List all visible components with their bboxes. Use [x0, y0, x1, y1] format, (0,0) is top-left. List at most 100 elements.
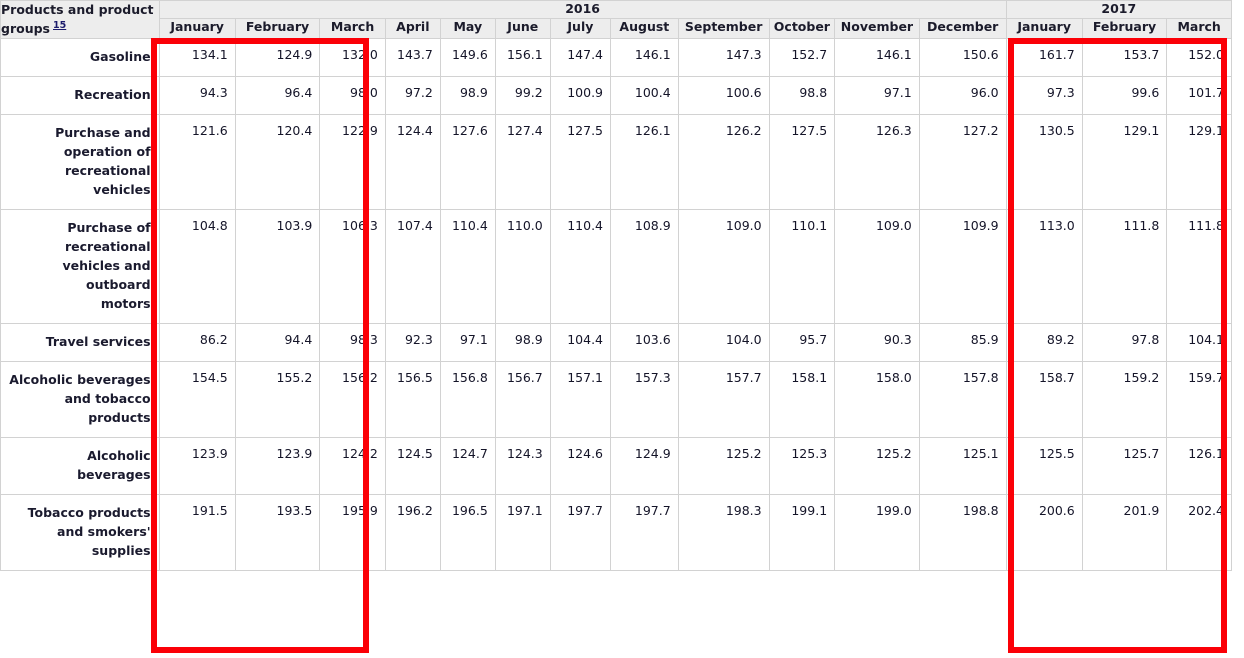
- column-header-2016-december: December: [918, 17, 1007, 40]
- data-cell: 94.4: [234, 323, 321, 363]
- row-label-travel-services: Travel services: [0, 323, 160, 363]
- column-header-2016-october: October: [768, 17, 836, 40]
- column-header-2017-march: March: [1166, 17, 1232, 40]
- data-cell: 113.0: [1005, 209, 1083, 325]
- data-cell: 156.1: [494, 38, 551, 78]
- data-cell: 99.2: [494, 76, 551, 116]
- data-cell: 156.5: [384, 361, 441, 439]
- data-cell: 159.2: [1081, 361, 1168, 439]
- data-cell: 96.0: [918, 76, 1007, 116]
- corner-header-cell: Products and product groups 15: [0, 0, 160, 40]
- column-header-2017-february: February: [1081, 17, 1168, 40]
- data-cell: 196.2: [384, 494, 441, 572]
- table-row: Tobacco products and smokers' supplies 19…: [0, 494, 1232, 572]
- data-cell: 158.7: [1005, 361, 1083, 439]
- data-cell: 147.3: [677, 38, 770, 78]
- data-cell: 107.4: [384, 209, 441, 325]
- data-cell: 157.7: [677, 361, 770, 439]
- table-row: Travel services 86.2 94.4 98.3 92.3 97.1 98.9 1…: [0, 323, 1232, 363]
- data-cell: 98.3: [319, 323, 386, 363]
- column-header-2016-november: November: [834, 17, 920, 40]
- table-row: Alcoholic beverages 123.9 123.9 124.2 124.5 1…: [0, 437, 1232, 496]
- column-header-2016-may: May: [439, 17, 496, 40]
- data-cell: 109.0: [677, 209, 770, 325]
- data-cell: 199.1: [768, 494, 836, 572]
- footnote-link-15[interactable]: 15: [53, 20, 66, 31]
- data-cell: 152.0: [1166, 38, 1232, 78]
- row-label-recreation: Recreation: [0, 76, 160, 116]
- table-row: Gasoline 134.1 124.9 132.0 143.7 149.6 156.1 14…: [0, 38, 1232, 78]
- year-group-header-2017: 2017: [1005, 0, 1233, 19]
- screenshot-stage: Products and product groups 15 2016 2017 J…: [0, 0, 1244, 658]
- header-row-months: January February March April May June July Augu…: [1, 17, 1232, 40]
- data-cell: 154.5: [158, 361, 236, 439]
- data-cell: 198.8: [918, 494, 1007, 572]
- row-label-alcoholic-beverages-and-tobacco-products: Alcoholic beverages and tobacco products: [0, 361, 160, 439]
- data-cell: 191.5: [158, 494, 236, 572]
- data-cell: 90.3: [834, 323, 920, 363]
- data-cell: 156.7: [494, 361, 551, 439]
- column-header-2016-january: January: [158, 17, 236, 40]
- data-cell: 120.4: [234, 114, 321, 211]
- data-cell: 123.9: [234, 437, 321, 496]
- data-cell: 124.4: [384, 114, 441, 211]
- data-cell: 109.9: [918, 209, 1007, 325]
- data-cell: 129.1: [1166, 114, 1232, 211]
- data-cell: 134.1: [158, 38, 236, 78]
- data-cell: 124.5: [384, 437, 441, 496]
- data-cell: 97.3: [1005, 76, 1083, 116]
- table-header: Products and product groups 15 2016 2017 J…: [0, 0, 1233, 40]
- data-cell: 104.1: [1166, 323, 1232, 363]
- table-row: Purchase and operation of recreational v…: [0, 114, 1232, 211]
- data-cell: 155.2: [234, 361, 321, 439]
- data-cell: 201.9: [1081, 494, 1168, 572]
- data-cell: 89.2: [1005, 323, 1083, 363]
- data-cell: 126.2: [677, 114, 770, 211]
- data-cell: 195.9: [319, 494, 386, 572]
- data-cell: 127.4: [494, 114, 551, 211]
- data-cell: 147.4: [549, 38, 612, 78]
- data-cell: 97.8: [1081, 323, 1168, 363]
- data-cell: 156.8: [439, 361, 496, 439]
- data-cell: 196.5: [439, 494, 496, 572]
- data-cell: 126.1: [610, 114, 679, 211]
- data-cell: 96.4: [234, 76, 321, 116]
- data-cell: 104.8: [158, 209, 236, 325]
- data-cell: 125.2: [677, 437, 770, 496]
- column-header-2016-april: April: [384, 17, 441, 40]
- year-group-header-2016: 2016: [158, 0, 1007, 19]
- table-row: Purchase of recreational vehicles and ou…: [0, 209, 1232, 325]
- column-header-2016-march: March: [319, 17, 386, 40]
- data-cell: 149.6: [439, 38, 496, 78]
- data-cell: 156.2: [319, 361, 386, 439]
- corner-header-label: Products and product groups: [1, 2, 154, 37]
- table-row: Alcoholic beverages and tobacco products…: [0, 361, 1232, 439]
- data-cell: 125.7: [1081, 437, 1168, 496]
- data-cell: 97.1: [834, 76, 920, 116]
- data-cell: 124.9: [234, 38, 321, 78]
- data-cell: 121.6: [158, 114, 236, 211]
- data-cell: 125.3: [768, 437, 836, 496]
- data-cell: 126.1: [1166, 437, 1232, 496]
- consumer-price-index-table: Products and product groups 15 2016 2017 J…: [0, 0, 1233, 572]
- data-cell: 125.2: [834, 437, 920, 496]
- data-cell: 130.5: [1005, 114, 1083, 211]
- data-cell: 129.1: [1081, 114, 1168, 211]
- data-cell: 146.1: [610, 38, 679, 78]
- data-cell: 104.0: [677, 323, 770, 363]
- data-cell: 132.0: [319, 38, 386, 78]
- data-cell: 124.2: [319, 437, 386, 496]
- data-cell: 198.3: [677, 494, 770, 572]
- data-cell: 103.6: [610, 323, 679, 363]
- data-cell: 109.0: [834, 209, 920, 325]
- data-cell: 127.6: [439, 114, 496, 211]
- data-cell: 126.3: [834, 114, 920, 211]
- data-cell: 110.1: [768, 209, 836, 325]
- data-cell: 100.6: [677, 76, 770, 116]
- data-cell: 152.7: [768, 38, 836, 78]
- column-header-2016-july: July: [549, 17, 612, 40]
- data-cell: 101.7: [1166, 76, 1232, 116]
- data-cell: 103.9: [234, 209, 321, 325]
- data-cell: 161.7: [1005, 38, 1083, 78]
- data-cell: 124.9: [610, 437, 679, 496]
